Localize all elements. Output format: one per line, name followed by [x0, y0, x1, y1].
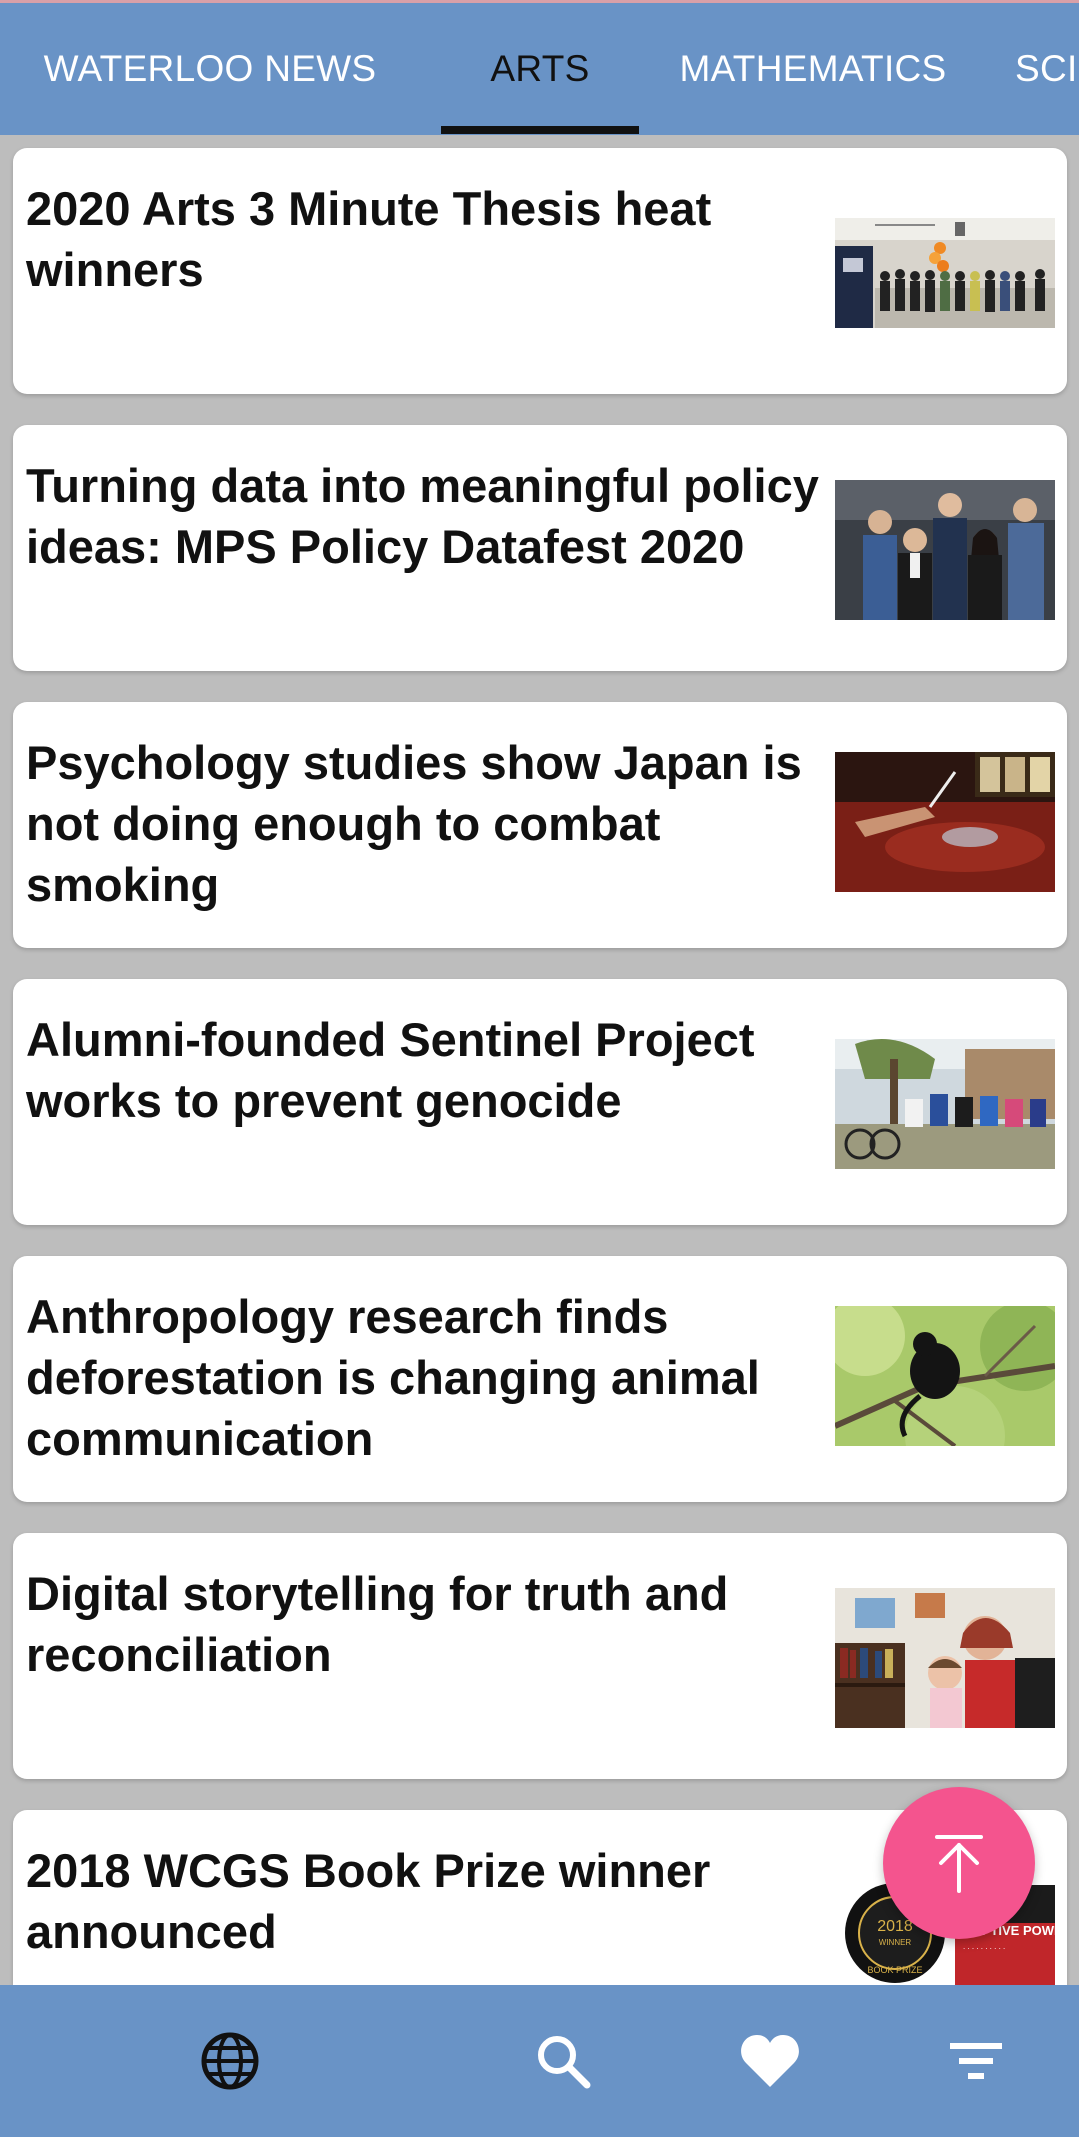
- article-thumbnail: [835, 218, 1055, 358]
- article-title: 2020 Arts 3 Minute Thesis heat winners: [26, 182, 712, 296]
- article-thumbnail: [835, 480, 1055, 620]
- arrow-up-icon: [935, 1835, 983, 1893]
- mother-and-child-image: [835, 1588, 1055, 1728]
- tab-science[interactable]: SCI: [1015, 3, 1079, 135]
- article-card[interactable]: 2020 Arts 3 Minute Thesis heat winners: [13, 148, 1067, 394]
- seal-winner: WINNER: [879, 1938, 912, 1947]
- nav-globe-button[interactable]: [170, 1985, 290, 2137]
- seal-year: 2018: [877, 1918, 913, 1935]
- article-title: Digital storytelling for truth and recon…: [26, 1567, 729, 1681]
- article-title: 2018 WCGS Book Prize winner announced: [26, 1844, 711, 1958]
- category-tab-bar: WATERLOO NEWS ARTS MATHEMATICS SCI: [0, 3, 1079, 135]
- monkey-in-tree-image: [835, 1306, 1055, 1446]
- tab-label: ARTS: [490, 48, 590, 89]
- tab-label: SCI: [1015, 48, 1078, 89]
- article-thumbnail: [835, 1588, 1055, 1728]
- tab-waterloo-news[interactable]: WATERLOO NEWS: [44, 3, 377, 135]
- nav-favorites-button[interactable]: [710, 1985, 830, 2137]
- nav-filter-button[interactable]: [916, 1985, 1036, 2137]
- nav-search-button[interactable]: [503, 1985, 623, 2137]
- seal-ring-text: BOOK PRIZE: [867, 1965, 922, 1975]
- app-root: WATERLOO NEWS ARTS MATHEMATICS SCI 2020 …: [0, 0, 1079, 2137]
- article-title: Turning data into meaningful policy idea…: [26, 459, 819, 573]
- article-title: Anthropology research finds deforestatio…: [26, 1290, 760, 1465]
- article-card[interactable]: Psychology studies show Japan is not doi…: [13, 702, 1067, 948]
- article-card[interactable]: Turning data into meaningful policy idea…: [13, 425, 1067, 671]
- tab-mathematics[interactable]: MATHEMATICS: [668, 3, 958, 135]
- group-photo-event-image: [835, 218, 1055, 328]
- globe-icon: [201, 2032, 259, 2090]
- svg-text:. . . . . . . . . .: . . . . . . . . . .: [963, 1942, 1005, 1951]
- scroll-to-top-button[interactable]: [883, 1787, 1035, 1939]
- tab-label: MATHEMATICS: [679, 48, 947, 89]
- article-card[interactable]: Alumni-founded Sentinel Project works to…: [13, 979, 1067, 1225]
- article-feed[interactable]: 2020 Arts 3 Minute Thesis heat winners T…: [0, 135, 1079, 1985]
- bottom-navigation-bar: [0, 1985, 1079, 2137]
- article-card[interactable]: Anthropology research finds deforestatio…: [13, 1256, 1067, 1502]
- article-thumbnail: [835, 1039, 1055, 1179]
- filter-icon: [950, 2043, 1002, 2079]
- ashtray-bar-image: [835, 752, 1055, 892]
- village-meeting-image: [835, 1039, 1055, 1169]
- article-thumbnail: [835, 1306, 1055, 1446]
- tab-arts[interactable]: ARTS: [441, 3, 639, 135]
- article-thumbnail: [835, 752, 1055, 892]
- article-title: Psychology studies show Japan is not doi…: [26, 736, 802, 911]
- group-photo-formal-image: [835, 480, 1055, 620]
- article-card[interactable]: Digital storytelling for truth and recon…: [13, 1533, 1067, 1779]
- tab-label: WATERLOO NEWS: [43, 48, 377, 89]
- active-tab-indicator: [441, 126, 639, 134]
- search-icon: [538, 2036, 591, 2089]
- heart-icon: [741, 2035, 799, 2087]
- article-title: Alumni-founded Sentinel Project works to…: [26, 1013, 755, 1127]
